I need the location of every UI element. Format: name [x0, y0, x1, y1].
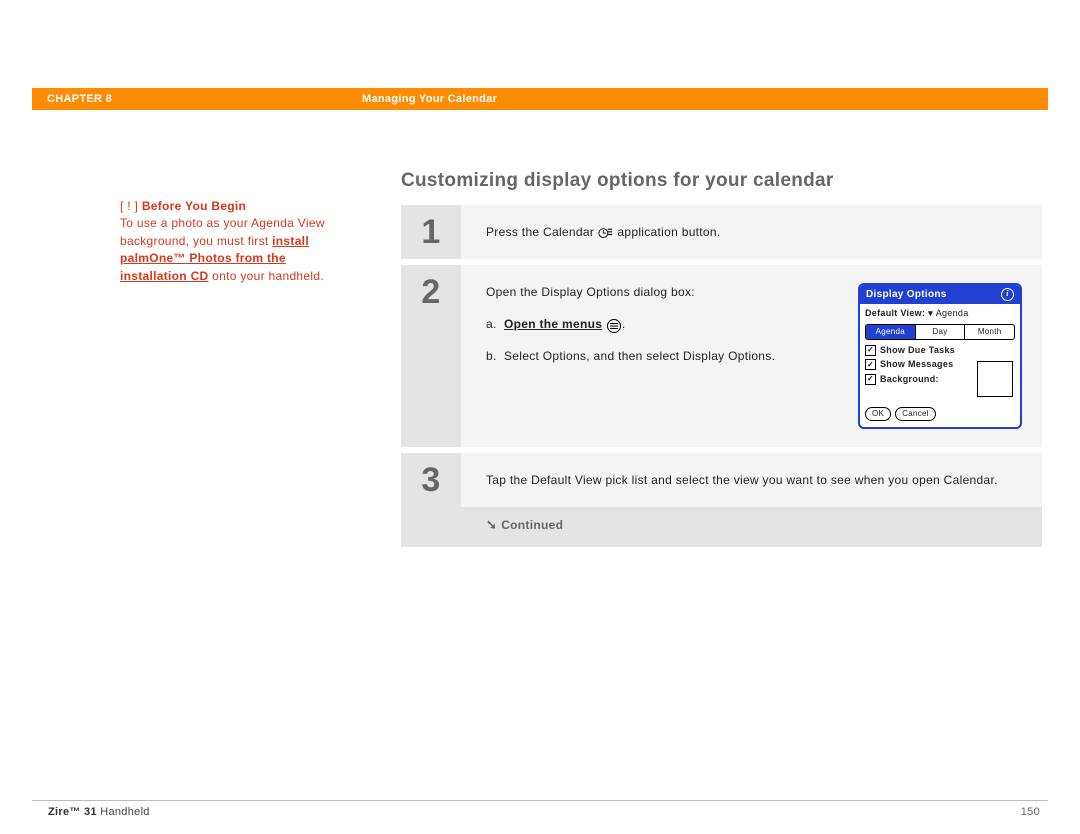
substep-b-text: Select Options, and then select Display … — [504, 347, 775, 365]
step-row: 1 Press the Calendar application button. — [401, 205, 1042, 259]
page-title: Customizing display options for your cal… — [401, 170, 834, 192]
step-number: 2 — [401, 265, 461, 447]
step-row: 3 Tap the Default View pick list and sel… — [401, 453, 1042, 507]
header-bar: CHAPTER 8 Managing Your Calendar — [32, 88, 1048, 110]
ok-button[interactable]: OK — [865, 407, 891, 421]
step1-text-b: application button. — [617, 225, 720, 239]
step-number: 1 — [401, 205, 461, 259]
dialog-title-text: Display Options — [866, 287, 947, 302]
step-number: 3 — [401, 453, 461, 507]
cancel-button[interactable]: Cancel — [895, 407, 936, 421]
step-body: Press the Calendar application button. — [461, 205, 1042, 259]
default-view-row: Default View: ▾ Agenda — [865, 307, 1015, 321]
info-icon[interactable]: i — [1001, 288, 1014, 301]
calendar-app-icon — [598, 226, 614, 240]
before-you-begin-title: Before You Begin — [142, 199, 246, 213]
display-options-dialog: Display Options i Default View: ▾ Agenda… — [858, 283, 1022, 429]
checkbox-icon[interactable]: ✓ — [865, 359, 876, 370]
substep-a: a. Open the menus . — [486, 315, 840, 333]
step-row: 2 Open the Display Options dialog box: a… — [401, 265, 1042, 447]
check-show-due-tasks[interactable]: ✓Show Due Tasks — [865, 344, 1015, 358]
continued-row: ➘ Continued — [401, 507, 1042, 547]
before-you-begin-body: To use a photo as your Agenda View backg… — [120, 215, 335, 285]
alert-marker: [ ! ] — [120, 199, 138, 213]
step3-text: Tap the Default View pick list and selec… — [486, 471, 1022, 489]
default-view-value[interactable]: Agenda — [936, 308, 969, 318]
step-body: Tap the Default View pick list and selec… — [461, 453, 1042, 507]
substep-letter: b. — [486, 347, 504, 365]
body-post: onto your handheld. — [209, 269, 324, 283]
step-body: Open the Display Options dialog box: a. … — [461, 265, 1042, 447]
default-view-label: Default View: — [865, 308, 925, 318]
continued-arrow-icon: ➘ — [486, 517, 497, 533]
substep-b: b. Select Options, and then select Displ… — [486, 347, 840, 365]
page-number: 150 — [1021, 806, 1040, 818]
background-thumbnail[interactable] — [977, 361, 1013, 397]
chapter-label: CHAPTER 8 — [47, 93, 362, 105]
checkbox-icon[interactable]: ✓ — [865, 374, 876, 385]
tab-month[interactable]: Month — [965, 325, 1014, 339]
continued-label: Continued — [501, 518, 563, 532]
tab-day[interactable]: Day — [916, 325, 966, 339]
view-tabs: Agenda Day Month — [865, 324, 1015, 340]
steps-container: 1 Press the Calendar application button.… — [401, 205, 1042, 547]
before-you-begin-box: [ ! ] Before You Begin To use a photo as… — [120, 198, 335, 285]
chapter-title: Managing Your Calendar — [362, 93, 497, 105]
step1-text-a: Press the Calendar — [486, 225, 598, 239]
footer: Zire™ 31 Handheld 150 — [48, 806, 1040, 818]
substep-letter: a. — [486, 315, 504, 333]
substep-a-period: . — [622, 317, 626, 331]
dialog-titlebar: Display Options i — [860, 285, 1020, 304]
chevron-down-icon[interactable]: ▾ — [928, 308, 933, 318]
open-menus-link[interactable]: Open the menus — [504, 317, 602, 331]
checkbox-icon[interactable]: ✓ — [865, 345, 876, 356]
menu-icon — [606, 318, 622, 332]
footer-divider — [32, 800, 1048, 801]
tab-agenda[interactable]: Agenda — [866, 325, 916, 339]
step2-intro: Open the Display Options dialog box: — [486, 283, 840, 301]
step2-text: Open the Display Options dialog box: a. … — [486, 283, 840, 429]
product-name: Zire™ 31 Handheld — [48, 806, 150, 818]
